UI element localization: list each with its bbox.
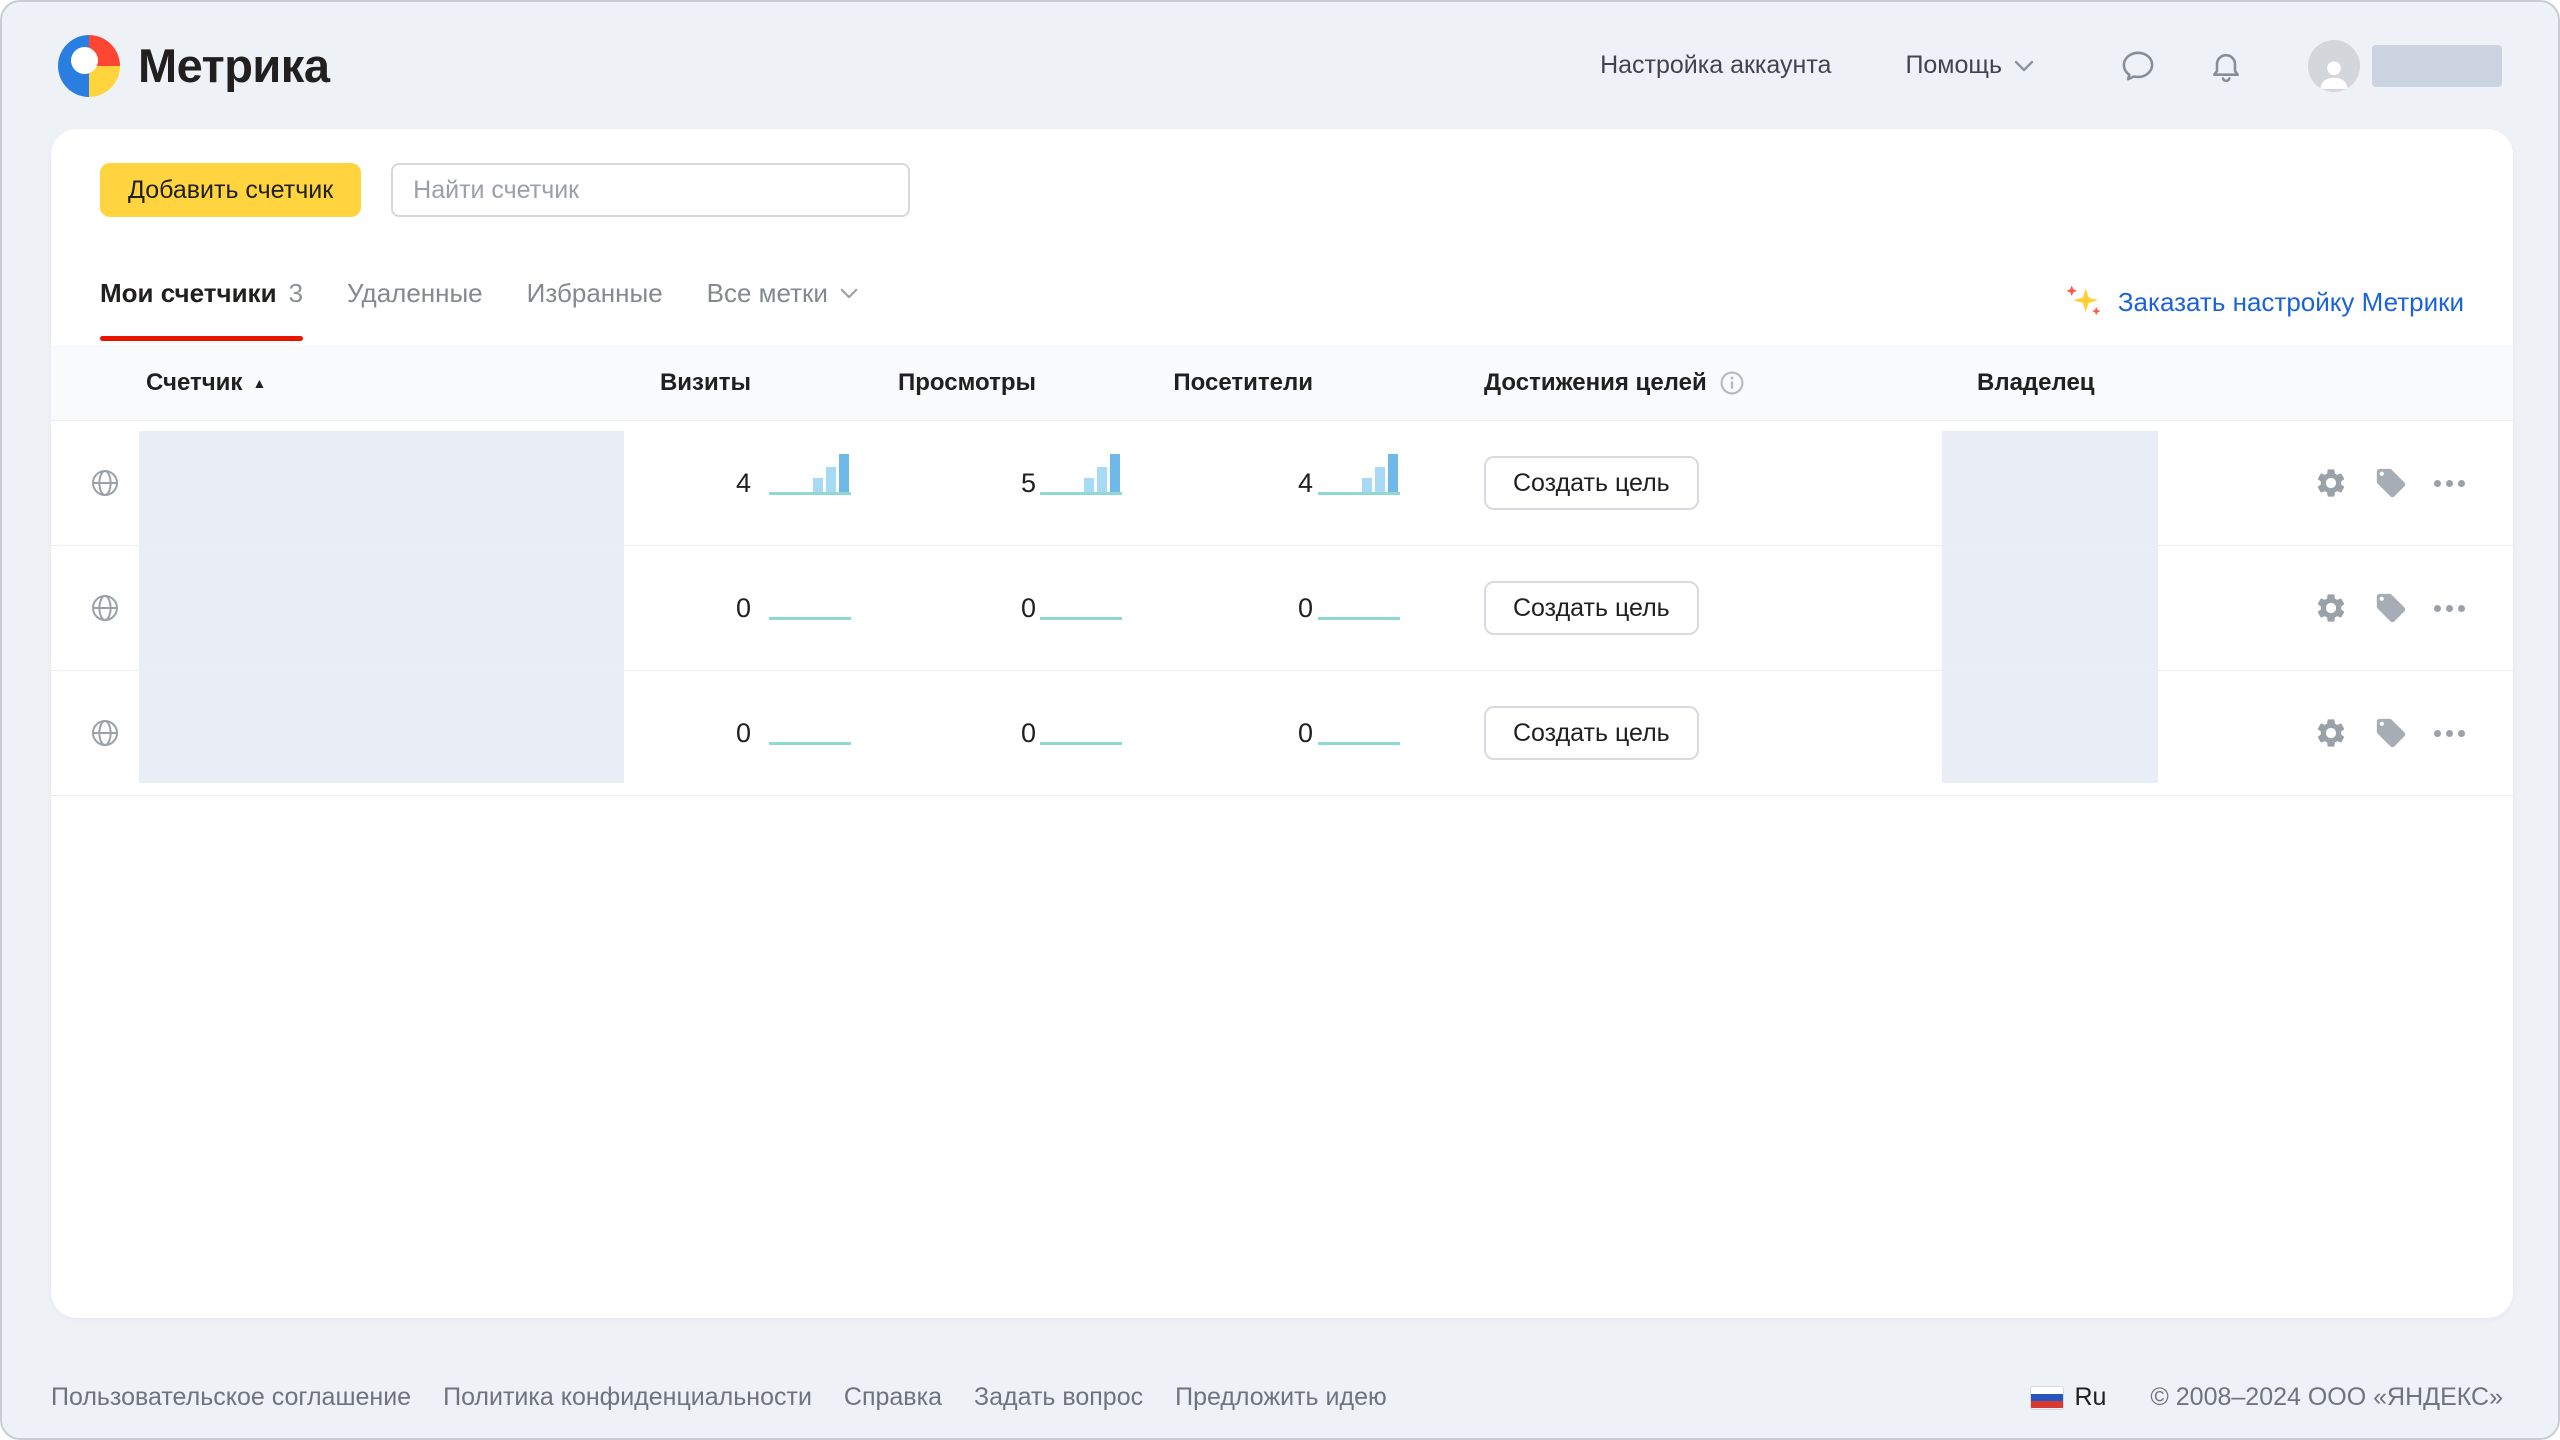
footer-link-help[interactable]: Справка (844, 1383, 942, 1412)
info-icon[interactable] (1719, 370, 1745, 396)
top-bar-right: Настройка аккаунта Помощь (1600, 40, 2502, 92)
help-label: Помощь (1905, 51, 2002, 80)
visitors-value: 4 (1298, 421, 1313, 545)
sparkle-magic-icon (2062, 281, 2106, 323)
more-actions-icon[interactable] (2434, 730, 2465, 737)
order-metrika-setup-link[interactable]: Заказать настройку Метрики (2062, 281, 2464, 323)
table-row: 4 5 4 Создать цель (51, 421, 2513, 546)
views-sparkline (1040, 705, 1122, 745)
create-goal-button[interactable]: Создать цель (1484, 456, 1699, 510)
page-footer: Пользовательское соглашение Политика кон… (51, 1383, 2503, 1412)
footer-right: Ru © 2008–2024 ООО «ЯНДЕКС» (2030, 1383, 2503, 1412)
tab-all-tags-label: Все метки (707, 276, 828, 310)
visitors-sparkline (1318, 455, 1400, 495)
views-value: 0 (1021, 671, 1036, 795)
order-metrika-setup-label: Заказать настройку Метрики (2118, 287, 2464, 318)
tab-my-counters[interactable]: Мои счетчики 3 (100, 274, 303, 341)
top-bar: Метрика Настройка аккаунта Помощь (2, 2, 2558, 129)
globe-icon (89, 467, 121, 499)
views-sparkline (1040, 455, 1122, 495)
metrika-logo-icon (58, 35, 120, 97)
footer-link-suggest-idea[interactable]: Предложить идею (1175, 1383, 1387, 1412)
tab-deleted-label: Удаленные (347, 276, 483, 310)
visitors-value: 0 (1298, 546, 1313, 670)
metrika-counters-page: Метрика Настройка аккаунта Помощь (0, 0, 2560, 1440)
more-actions-icon[interactable] (2434, 605, 2465, 612)
tab-favorites-label: Избранные (527, 276, 663, 310)
column-visitors-label: Посетители (1173, 345, 1313, 420)
create-goal-button[interactable]: Создать цель (1484, 706, 1699, 760)
globe-icon (89, 592, 121, 624)
more-actions-icon[interactable] (2434, 480, 2465, 487)
brand-name: Метрика (138, 38, 329, 93)
counters-card: Добавить счетчик Мои счетчики 3 Удаленны… (51, 129, 2513, 1318)
row-actions (2314, 421, 2465, 545)
settings-gear-icon[interactable] (2314, 716, 2348, 750)
tab-my-counters-label: Мои счетчики (100, 276, 277, 310)
table-row: 0 0 0 Создать цель (51, 671, 2513, 796)
views-sparkline (1040, 580, 1122, 620)
chevron-down-icon (840, 288, 858, 299)
add-counter-button[interactable]: Добавить счетчик (100, 163, 361, 217)
footer-link-ask-question[interactable]: Задать вопрос (974, 1383, 1143, 1412)
column-goals-header: Достижения целей (1484, 345, 1745, 420)
sort-asc-icon: ▲ (252, 376, 266, 390)
footer-link-privacy-policy[interactable]: Политика конфиденциальности (443, 1383, 812, 1412)
tab-deleted[interactable]: Удаленные (347, 274, 483, 341)
counters-tabs: Мои счетчики 3 Удаленные Избранные Все м… (100, 274, 858, 341)
settings-gear-icon[interactable] (2314, 591, 2348, 625)
globe-icon (89, 717, 121, 749)
copyright-text: © 2008–2024 ООО «ЯНДЕКС» (2150, 1383, 2503, 1412)
column-views-label: Просмотры (898, 345, 1036, 420)
chevron-down-icon (2014, 60, 2034, 72)
tab-my-counters-count: 3 (289, 276, 303, 310)
views-value: 0 (1021, 546, 1036, 670)
column-visits-label: Визиты (660, 345, 751, 420)
visits-value: 0 (736, 671, 751, 795)
notifications-bell-icon[interactable] (2208, 48, 2244, 84)
brand-logo[interactable]: Метрика (58, 35, 329, 97)
row-actions (2314, 671, 2465, 795)
language-label: Ru (2074, 1383, 2106, 1412)
tag-label-icon[interactable] (2374, 591, 2408, 625)
settings-gear-icon[interactable] (2314, 466, 2348, 500)
person-icon (2314, 54, 2354, 92)
views-value: 5 (1021, 421, 1036, 545)
counters-toolbar: Добавить счетчик (100, 163, 910, 217)
visits-sparkline (769, 580, 851, 620)
visits-value: 4 (736, 421, 751, 545)
create-goal-button[interactable]: Создать цель (1484, 581, 1699, 635)
table-row: 0 0 0 Создать цель (51, 546, 2513, 671)
tab-favorites[interactable]: Избранные (527, 274, 663, 341)
tag-label-icon[interactable] (2374, 716, 2408, 750)
row-actions (2314, 546, 2465, 670)
user-avatar[interactable] (2308, 40, 2360, 92)
column-goals-label: Достижения целей (1484, 369, 1707, 397)
language-switcher[interactable]: Ru (2030, 1383, 2106, 1412)
visitors-sparkline (1318, 580, 1400, 620)
visitors-sparkline (1318, 705, 1400, 745)
help-menu[interactable]: Помощь (1905, 51, 2034, 80)
search-counter-input[interactable] (391, 163, 910, 217)
visitors-value: 0 (1298, 671, 1313, 795)
visits-sparkline (769, 705, 851, 745)
table-header: Счетчик ▲ Визиты Просмотры Посетители До… (51, 345, 2513, 421)
russia-flag-icon (2030, 1386, 2064, 1410)
account-settings-link[interactable]: Настройка аккаунта (1600, 51, 1831, 80)
tab-all-tags[interactable]: Все метки (707, 274, 858, 341)
visits-value: 0 (736, 546, 751, 670)
user-name-redacted[interactable] (2372, 45, 2502, 87)
column-owner-label: Владелец (1977, 345, 2095, 420)
messenger-chat-icon[interactable] (2120, 48, 2156, 84)
column-counter-sort[interactable]: Счетчик ▲ (146, 345, 266, 420)
tag-label-icon[interactable] (2374, 466, 2408, 500)
column-counter-label: Счетчик (146, 369, 242, 397)
footer-link-user-agreement[interactable]: Пользовательское соглашение (51, 1383, 411, 1412)
visits-sparkline (769, 455, 851, 495)
